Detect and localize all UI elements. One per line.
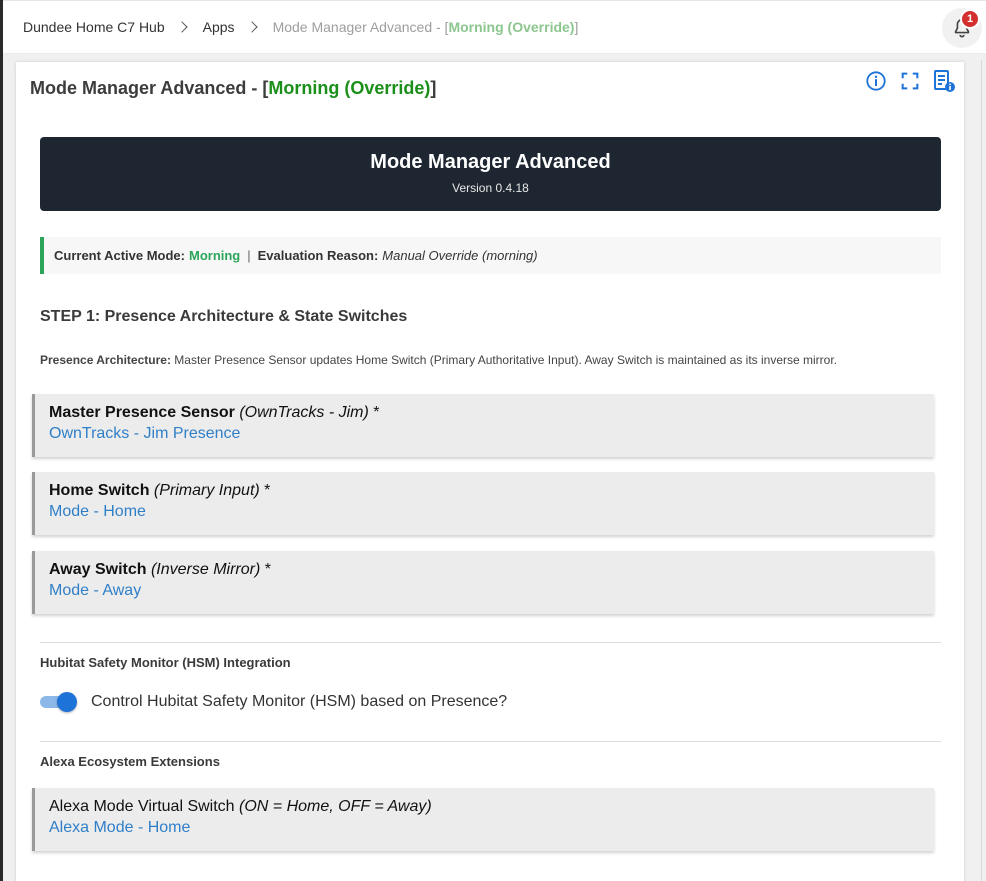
fullscreen-icon[interactable] <box>898 69 922 93</box>
section-divider <box>40 642 941 643</box>
hsm-toggle-label[interactable]: Control Hubitat Safety Monitor (HSM) bas… <box>91 693 507 711</box>
input-value[interactable]: OwnTracks - Jim Presence <box>49 425 934 443</box>
input-label: Alexa Mode Virtual Switch (ON = Home, OF… <box>49 798 432 815</box>
breadcrumb-current: Mode Manager Advanced - [Morning (Overri… <box>272 19 579 35</box>
alexa-mode-switch-input[interactable]: Alexa Mode Virtual Switch (ON = Home, OF… <box>32 788 934 851</box>
chevron-right-icon <box>245 21 258 33</box>
status-separator: | <box>247 248 251 263</box>
input-label: Master Presence Sensor (OwnTracks - Jim)… <box>49 404 380 421</box>
breadcrumb-hub[interactable]: Dundee Home C7 Hub <box>23 19 165 35</box>
notification-count-badge: 1 <box>960 9 980 29</box>
section-divider <box>40 741 941 742</box>
page-title: Mode Manager Advanced - [Morning (Overri… <box>30 78 437 98</box>
scrollbar-track[interactable] <box>981 60 982 881</box>
info-icon[interactable] <box>864 69 888 93</box>
reason-label: Evaluation Reason: <box>257 248 379 263</box>
input-label: Home Switch (Primary Input) * <box>49 482 271 499</box>
app-header-banner: Mode Manager Advanced Version 0.4.18 <box>40 137 941 211</box>
breadcrumb-apps[interactable]: Apps <box>203 19 235 35</box>
away-switch-input[interactable]: Away Switch (Inverse Mirror) * Mode - Aw… <box>32 551 934 614</box>
app-info-icon[interactable] <box>932 69 956 93</box>
toggle-knob <box>57 692 77 712</box>
status-bar: Current Active Mode: Morning | Evaluatio… <box>40 237 941 274</box>
master-presence-sensor-input[interactable]: Master Presence Sensor (OwnTracks - Jim)… <box>32 394 934 457</box>
alexa-section-heading: Alexa Ecosystem Extensions <box>40 754 220 769</box>
banner-version: Version 0.4.18 <box>452 181 529 195</box>
mode-value: Morning <box>188 248 241 263</box>
step1-description: Presence Architecture: Master Presence S… <box>40 353 838 367</box>
input-label: Away Switch (Inverse Mirror) * <box>49 561 271 578</box>
top-bar: Dundee Home C7 Hub Apps Mode Manager Adv… <box>3 0 986 54</box>
home-switch-input[interactable]: Home Switch (Primary Input) * Mode - Hom… <box>32 472 934 535</box>
hsm-toggle[interactable] <box>40 692 77 712</box>
input-value[interactable]: Mode - Away <box>49 582 934 600</box>
input-value[interactable]: Alexa Mode - Home <box>49 819 934 837</box>
reason-value: Manual Override (morning) <box>382 248 538 263</box>
page-toolbar <box>864 69 956 93</box>
app-page-card: Mode Manager Advanced - [Morning (Overri… <box>16 62 964 881</box>
input-value[interactable]: Mode - Home <box>49 503 934 521</box>
hsm-section-heading: Hubitat Safety Monitor (HSM) Integration <box>40 655 291 670</box>
banner-title: Mode Manager Advanced <box>370 151 611 173</box>
chevron-right-icon <box>175 21 188 33</box>
step1-heading: STEP 1: Presence Architecture & State Sw… <box>40 308 408 325</box>
notifications-button[interactable]: 1 <box>942 8 982 48</box>
mode-label: Current Active Mode: <box>54 248 185 263</box>
